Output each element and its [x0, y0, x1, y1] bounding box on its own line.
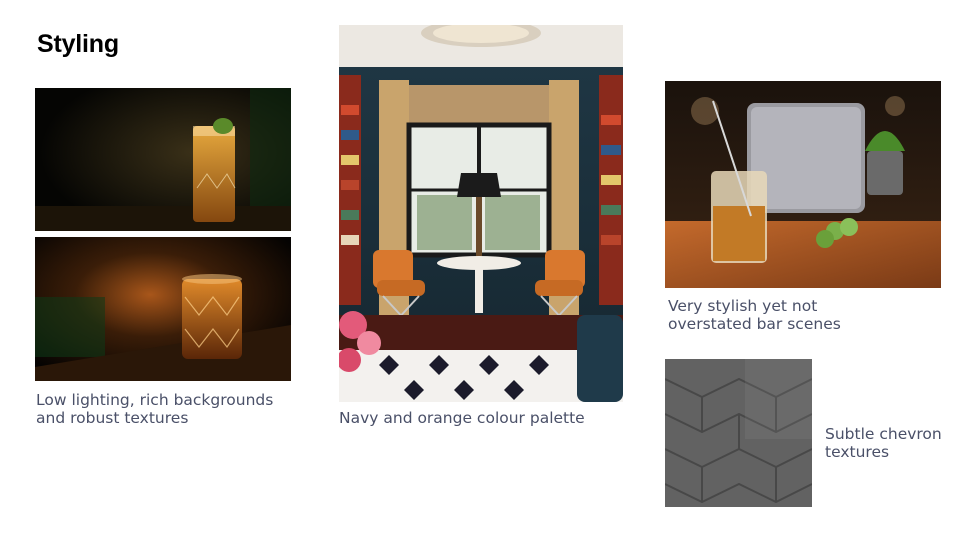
cocktail-highball-photo	[35, 88, 291, 231]
bar-scene-photo	[665, 81, 941, 288]
caption-lighting: Low lighting, rich backgrounds and robus…	[36, 391, 273, 427]
caption-chevron: Subtle chevron textures	[825, 425, 942, 461]
interior-photo	[339, 25, 623, 402]
caption-palette: Navy and orange colour palette	[339, 409, 585, 427]
caption-bar-line2: overstated bar scenes	[668, 315, 841, 333]
chevron-texture-icon	[665, 359, 812, 507]
cocktail-rocks-photo	[35, 237, 291, 381]
bar-scene-icon	[665, 81, 941, 288]
navy-orange-interior-icon	[339, 25, 623, 402]
caption-bar: Very stylish yet not overstated bar scen…	[668, 297, 841, 333]
caption-lighting-line1: Low lighting, rich backgrounds	[36, 391, 274, 409]
cocktail-highball-icon	[35, 88, 291, 231]
caption-lighting-line2: and robust textures	[36, 409, 189, 427]
cocktail-rocks-glass-icon	[35, 237, 291, 381]
slide-title: Styling	[37, 30, 119, 58]
caption-bar-line1: Very stylish yet not	[668, 297, 818, 315]
caption-chevron-line1: Subtle chevron	[825, 425, 942, 443]
chevron-texture-photo	[665, 359, 812, 507]
caption-chevron-line2: textures	[825, 443, 890, 461]
